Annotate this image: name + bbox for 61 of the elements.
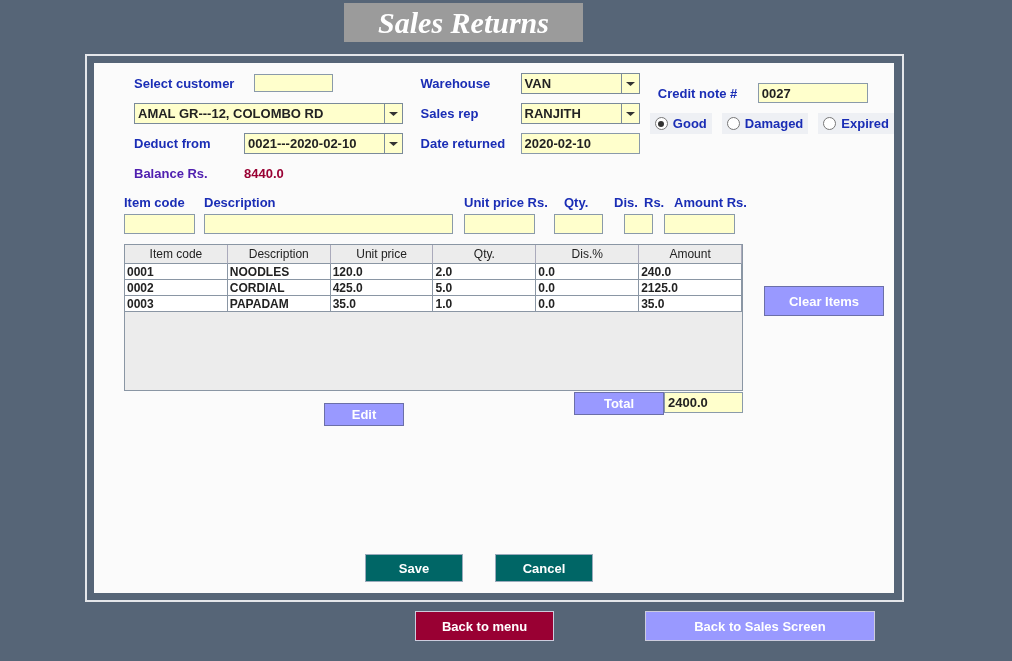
date-field[interactable]: 2020-02-10 [520,133,640,154]
window-title: Sales Returns [344,3,583,42]
field-label: Unit price Rs. [464,195,549,210]
input-field[interactable] [124,214,195,234]
field-label: Sales rep [420,106,480,121]
table-cell: 35.0 [639,296,742,312]
customer-search-field[interactable] [254,74,333,92]
input-field[interactable] [624,214,653,234]
form-button[interactable]: Save [365,554,463,582]
field-label: Select customer [134,75,236,91]
field-label: Deduct from [134,136,212,151]
total-field: 2400.0 [664,392,743,413]
input-field[interactable] [464,214,535,234]
field-label: Rs. [644,195,666,210]
table-cell: 5.0 [433,280,537,296]
table-cell: 2.0 [433,264,537,280]
table-cell: 0001 [125,264,228,280]
input-field[interactable] [204,214,453,234]
field-label: Balance Rs. [134,165,209,181]
table-cell: PAPADAM [227,296,331,312]
customer-dropdown[interactable]: AMAL GR---12, COLOMBO RD [134,103,403,124]
dropdown[interactable]: RANJITH [520,103,640,124]
table-cell: CORDIAL [227,280,331,296]
credit-note-field[interactable]: 0027 [757,83,868,103]
form-button[interactable]: Cancel [495,554,593,582]
table-cell: 0.0 [536,280,640,296]
table-cell: 0.0 [536,264,640,280]
table-cell: 2125.0 [639,280,742,296]
column-header[interactable]: Description [227,245,331,264]
table-cell: 0003 [125,296,228,312]
field-label: Warehouse [420,76,492,91]
input-field[interactable] [554,214,603,234]
field-label: Qty. [564,195,590,210]
table-cell: 1.0 [433,296,537,312]
table-cell: 35.0 [330,296,434,312]
radio-option[interactable]: Expired [818,113,894,134]
table-cell: 0002 [125,280,228,296]
table-cell: 0.0 [536,296,640,312]
column-header[interactable]: Qty. [433,245,537,264]
field-label: Description [204,195,277,210]
table-cell: 425.0 [330,280,434,296]
balance-value: 8440.0 [244,165,284,181]
column-header[interactable]: Item code [125,245,228,264]
input-field[interactable] [664,214,735,234]
field-label: Credit note # [657,85,739,101]
column-header[interactable]: Unit price [330,245,434,264]
table-cell: 120.0 [330,264,434,280]
column-header[interactable]: Amount [639,245,742,264]
field-label: Item code [124,195,186,210]
field-label: Amount Rs. [674,195,748,210]
table-cell: NOODLES [227,264,331,280]
deduct-dropdown[interactable]: 0021---2020-02-10 [244,133,403,154]
table-cell: 240.0 [639,264,742,280]
radio-option[interactable]: Good [649,113,712,134]
dropdown[interactable]: VAN [520,73,640,94]
total-label: Total [574,392,664,415]
field-label: Dis. [614,195,639,210]
nav-button[interactable]: Back to menu [415,611,554,641]
radio-option[interactable]: Damaged [721,113,809,134]
field-label: Date returned [420,136,507,151]
column-header[interactable]: Dis.% [536,245,640,264]
